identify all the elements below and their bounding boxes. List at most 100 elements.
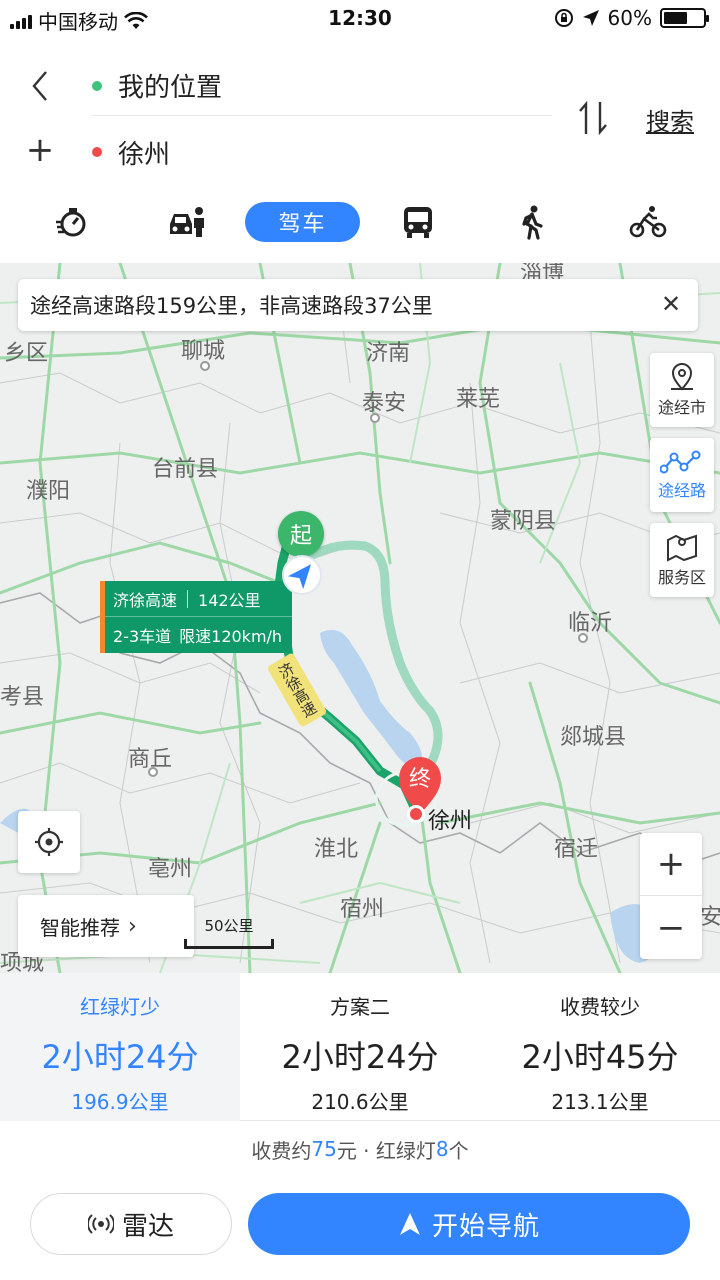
divider <box>187 589 189 608</box>
city-label: 濮阳 <box>26 479 71 504</box>
destination-label: 徐州 <box>428 809 473 834</box>
battery-fill <box>664 12 687 24</box>
minus-icon: − <box>656 907 686 948</box>
city-label: 亳州 <box>148 857 193 882</box>
route-plans: 红绿灯少 2小时24分 196.9公里 方案二 2小时24分 210.6公里 收… <box>0 973 720 1121</box>
city-label: 台前县 <box>152 457 219 482</box>
city-label: 乡区 <box>4 341 49 366</box>
taxi-icon[interactable] <box>52 204 92 240</box>
smart-recommend-label: 智能推荐 <box>40 915 120 940</box>
bike-icon[interactable] <box>628 204 668 240</box>
add-waypoint-button[interactable]: + <box>22 133 58 169</box>
origin-field[interactable]: 我的位置 <box>92 56 552 116</box>
road-info-card[interactable]: 济徐高速 142公里 2-3车道 限速120km/h <box>100 581 292 653</box>
start-navigation-label: 开始导航 <box>431 1211 540 1242</box>
scale-label: 50公里 <box>204 917 254 935</box>
start-marker[interactable]: 起 <box>278 511 324 557</box>
status-bar: 中国移动 12:30 60% <box>0 0 720 38</box>
close-icon[interactable]: ✕ <box>658 291 684 317</box>
transport-mode-bar: 驾车 <box>0 198 720 246</box>
city-dot <box>578 633 588 643</box>
locate-button[interactable] <box>18 811 80 873</box>
lights-suffix: 个 <box>448 1138 469 1163</box>
route-info-banner: 途经高速路段159公里，非高速路段37公里 ✕ <box>18 279 698 331</box>
walk-icon[interactable] <box>512 204 552 240</box>
city-dot <box>200 361 210 371</box>
city-label: 考县 <box>0 685 45 710</box>
status-right: 60% <box>554 6 709 30</box>
location-arrow-icon <box>582 10 599 26</box>
city-label: 临沂 <box>568 611 613 636</box>
plan-name: 收费较少 <box>560 995 640 1019</box>
fee-prefix: 收费约 <box>251 1138 312 1163</box>
lights-value: 8 <box>435 1137 449 1161</box>
map-view[interactable]: 聊城 济南 泰安 莱芜 台前县 濮阳 蒙阴县 临沂 考县 商丘 郯城县 淮北 宿… <box>0 263 720 973</box>
plan-option[interactable]: 红绿灯少 2小时24分 196.9公里 <box>0 973 240 1121</box>
plan-option[interactable]: 收费较少 2小时45分 213.1公里 <box>480 973 720 1121</box>
service-area-button[interactable]: 服务区 <box>650 523 714 597</box>
route-summary: 收费约 75 元 · 红绿灯 8 个 <box>0 1121 720 1177</box>
road-speed: 限速120km/h <box>179 627 283 646</box>
swap-button[interactable] <box>574 98 614 138</box>
origin-dot <box>92 80 102 91</box>
radar-icon <box>87 1214 114 1234</box>
fee-value: 75 <box>311 1137 337 1161</box>
waypoint-road-button[interactable]: 途经路 <box>650 438 714 512</box>
battery-percent: 60% <box>607 6 652 30</box>
location-pin-icon <box>671 363 693 391</box>
bus-icon[interactable] <box>398 204 438 240</box>
plan-distance: 213.1公里 <box>551 1090 649 1114</box>
side-panel-label: 途经市 <box>657 398 706 417</box>
road-card-row: 济徐高速 142公里 <box>105 581 292 617</box>
search-button[interactable]: 搜索 <box>646 102 694 137</box>
city-label: 泰安 <box>362 391 407 416</box>
city-label: 宿州 <box>340 897 385 922</box>
road-name: 济徐高速 <box>113 590 178 610</box>
city-label: 淮北 <box>314 837 359 862</box>
fee-suffix: 元 · 红绿灯 <box>336 1138 436 1163</box>
side-panel-label: 途经路 <box>657 481 706 500</box>
zoom-out-button[interactable]: − <box>640 896 702 959</box>
rotation-lock-icon <box>554 9 573 27</box>
city-label: 安 <box>700 905 720 930</box>
tab-drive[interactable]: 驾车 <box>245 202 360 242</box>
city-label: 济南 <box>366 341 411 366</box>
back-button[interactable] <box>22 68 58 104</box>
end-marker-label: 终 <box>408 767 431 792</box>
banner-text: 途经高速路段159公里，非高速路段37公里 <box>30 294 433 318</box>
plan-option[interactable]: 方案二 2小时24分 210.6公里 <box>240 973 480 1121</box>
city-label: 宿迁 <box>554 837 599 862</box>
plus-icon: + <box>25 130 55 170</box>
chevron-right-icon: › <box>128 913 137 939</box>
radar-label: 雷达 <box>121 1211 174 1242</box>
navigation-arrow-icon <box>399 1213 420 1235</box>
route-header: + 我的位置 徐州 搜索 驾车 <box>0 38 720 263</box>
smart-recommend-button[interactable]: 智能推荐 › <box>18 895 194 957</box>
route-icon <box>660 450 701 474</box>
battery-icon <box>660 8 709 28</box>
city-label: 莱芜 <box>456 387 501 412</box>
start-navigation-button[interactable]: 开始导航 <box>248 1193 690 1255</box>
road-card-row: 2-3车道 限速120km/h <box>105 617 292 653</box>
destination-text: 徐州 <box>118 139 171 170</box>
plan-time: 2小时24分 <box>281 1038 439 1076</box>
city-label: 郯城县 <box>560 725 627 750</box>
map-icon <box>667 534 697 562</box>
waypoint-city-button[interactable]: 途经市 <box>650 353 714 427</box>
destination-dot <box>407 805 425 823</box>
side-panel-label: 服务区 <box>657 568 706 587</box>
zoom-in-button[interactable]: + <box>640 833 702 896</box>
map-scale: 50公里 <box>184 913 274 949</box>
plan-name: 红绿灯少 <box>80 995 160 1019</box>
scale-bar <box>184 939 274 949</box>
plan-time: 2小时24分 <box>41 1038 199 1076</box>
destination-field[interactable]: 徐州 <box>92 122 552 182</box>
radar-button[interactable]: 雷达 <box>30 1193 232 1255</box>
city-label: 蒙阴县 <box>490 509 557 534</box>
origin-text: 我的位置 <box>118 73 223 103</box>
plan-distance: 196.9公里 <box>71 1090 169 1114</box>
ride-hailing-icon[interactable] <box>168 204 208 240</box>
swap-icon <box>579 100 607 136</box>
destination-dot <box>92 147 102 157</box>
city-dot <box>148 767 158 777</box>
